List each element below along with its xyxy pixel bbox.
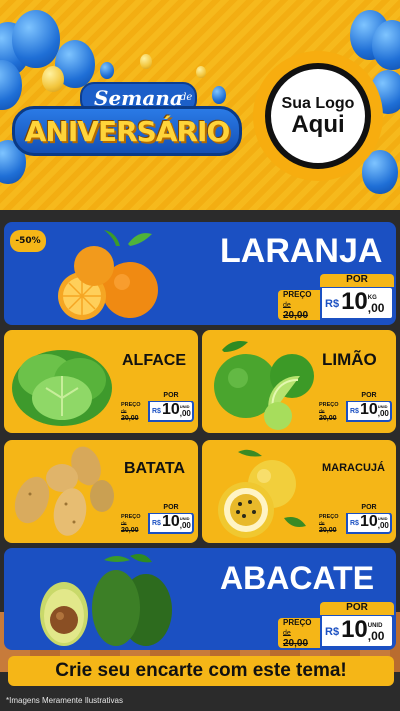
- preco-label: PREÇO: [283, 289, 312, 299]
- product-card-limao: LIMÃO PREÇO de 20,00 POR R$ 10 UNID ,00: [202, 330, 396, 433]
- price-cents: ,00: [367, 301, 385, 315]
- logo-inner: Sua Logo Aqui: [265, 63, 371, 169]
- old-price: PREÇO de 20,00: [278, 289, 320, 321]
- product-name: BATATA: [124, 460, 186, 477]
- product-card-laranja: -50% LARANJA PREÇO de 20,00 POR R$ 10 KG…: [4, 222, 396, 325]
- price-tag: PREÇO de 20,00 POR R$ 10 UNID ,00: [118, 392, 194, 422]
- discount-badge: -50%: [10, 230, 46, 252]
- product-card-maracuja: MARACUJÁ PREÇO de 20,00 POR R$ 10 UNID ,…: [202, 440, 396, 543]
- currency: R$: [325, 298, 340, 310]
- orange-fruit-icon: [58, 230, 158, 320]
- old-price: PREÇO de 20,00: [118, 402, 148, 422]
- price-tag: PREÇO de 20,00 POR R$ 10 KG ,00: [278, 274, 394, 321]
- balloon-icon: [372, 20, 400, 70]
- avocado-icon: [40, 554, 172, 646]
- price-integer: 10: [341, 288, 368, 315]
- logo-line1: Sua Logo: [281, 94, 355, 112]
- anniversary-title: Semana de ANIVERSÁRIO: [12, 82, 242, 174]
- disclaimer-note: *Imagens Meramente Ilustrativas: [6, 696, 123, 705]
- product-name: ABACATE: [220, 560, 375, 596]
- price-tag: PREÇO de 20,00 POR R$ 10 UNID ,00: [278, 602, 394, 649]
- product-name: MARACUJÁ: [322, 462, 385, 474]
- new-price: POR R$ 10 UNID ,00: [148, 392, 194, 422]
- product-card-abacate: ABACATE PREÇO de 20,00 POR R$ 10 UNID ,0…: [4, 548, 396, 650]
- product-name: LARANJA: [220, 232, 383, 270]
- title-aniversario: ANIVERSÁRIO: [12, 106, 242, 156]
- header: Semana de ANIVERSÁRIO Sua Logo Aqui: [0, 0, 400, 210]
- new-price: POR R$ 10 KG ,00: [320, 274, 394, 320]
- balloon-icon: [140, 54, 152, 69]
- title-de: de: [180, 92, 193, 103]
- lettuce-icon: [12, 350, 112, 426]
- product-card-batata: BATATA PREÇO de 20,00 POR R$ 10 UNID ,00: [4, 440, 198, 543]
- cta-banner: Crie seu encarte com este tema!: [8, 656, 394, 686]
- balloon-icon: [12, 10, 60, 68]
- lime-icon: [214, 341, 314, 430]
- price-tag: PREÇO de 20,00 POR R$ 10 UNID ,00: [316, 392, 392, 422]
- logo-line2: Aqui: [291, 111, 345, 139]
- balloon-icon: [100, 62, 114, 79]
- por-label: POR: [320, 274, 394, 287]
- old-price-value: de 20,00: [283, 301, 309, 321]
- passion-fruit-icon: [218, 449, 306, 538]
- price-tag: PREÇO de 20,00 POR R$ 10 UNID ,00: [118, 504, 194, 534]
- balloon-icon: [196, 66, 206, 78]
- product-name: ALFACE: [122, 352, 186, 369]
- logo-placeholder: Sua Logo Aqui: [253, 51, 383, 181]
- potato-icon: [14, 446, 114, 536]
- price-tag: PREÇO de 20,00 POR R$ 10 UNID ,00: [316, 504, 392, 534]
- product-card-alface: ALFACE PREÇO de 20,00 POR R$ 10 UNID ,00: [4, 330, 198, 433]
- product-name: LIMÃO: [322, 350, 377, 369]
